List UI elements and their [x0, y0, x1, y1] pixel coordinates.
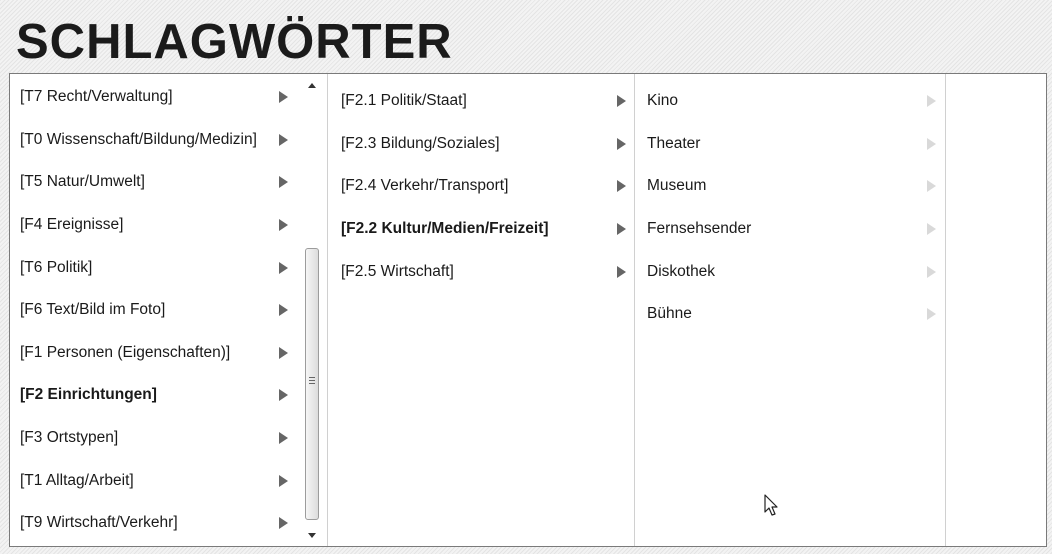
category-item-label: [F2 Einrichtungen]: [20, 386, 157, 404]
scroll-grip-icon: [309, 377, 315, 384]
page-title: SCHLAGWÖRTER: [16, 15, 453, 69]
subcategory-item-label: [F2.1 Politik/Staat]: [341, 92, 467, 110]
category-item-label: [T5 Natur/Umwelt]: [20, 173, 145, 191]
subcategory-item-selected[interactable]: [F2.2 Kultur/Medien/Freizeit]: [332, 208, 627, 251]
subcategory-item-label: [F2.5 Wirtschaft]: [341, 262, 454, 280]
mouse-pointer-icon: [764, 494, 778, 516]
keyword-item[interactable]: Diskothek: [637, 250, 942, 293]
category-item[interactable]: [F6 Text/Bild im Foto]: [10, 289, 304, 332]
scroll-up-arrow-icon[interactable]: [308, 83, 316, 88]
triangle-right-icon: [279, 261, 288, 274]
triangle-right-icon: [617, 95, 626, 108]
keyword-item[interactable]: Bühne: [637, 293, 942, 336]
triangle-right-icon: [617, 137, 626, 150]
triangle-right-icon: [927, 265, 936, 278]
triangle-right-icon: [927, 308, 936, 321]
triangle-right-icon: [279, 133, 288, 146]
triangle-right-icon: [279, 219, 288, 232]
category-item-label: [F3 Ortstypen]: [20, 429, 119, 447]
category-item[interactable]: [F4 Ereignisse]: [10, 204, 304, 247]
keyword-browser-panel: [T7 Recht/Verwaltung] [T0 Wissenschaft/B…: [9, 73, 1047, 547]
category-item-label: [T6 Politik]: [20, 258, 93, 276]
category-item-label: [T9 Wirtschaft/Verkehr]: [20, 514, 178, 532]
triangle-right-icon: [279, 517, 288, 530]
category-column-level-2: [F2.1 Politik/Staat] [F2.3 Bildung/Sozia…: [328, 74, 635, 546]
triangle-right-icon: [927, 137, 936, 150]
subcategory-item-label: [F2.4 Verkehr/Transport]: [341, 177, 509, 195]
triangle-right-icon: [279, 304, 288, 317]
triangle-right-icon: [927, 180, 936, 193]
category-item-label: [T1 Alltag/Arbeit]: [20, 471, 134, 489]
triangle-right-icon: [279, 346, 288, 359]
category-item[interactable]: [T6 Politik]: [10, 246, 304, 289]
triangle-right-icon: [279, 432, 288, 445]
category-item[interactable]: [F1 Personen (Eigenschaften)]: [10, 332, 304, 375]
keyword-item-label: Diskothek: [647, 262, 716, 280]
category-column-level-4: [946, 74, 1046, 546]
triangle-right-icon: [617, 180, 626, 193]
scrollbar-thumb[interactable]: [305, 248, 319, 520]
subcategory-item[interactable]: [F2.1 Politik/Staat]: [332, 80, 627, 123]
triangle-right-icon: [279, 474, 288, 487]
subcategory-item-label: [F2.2 Kultur/Medien/Freizeit]: [341, 220, 549, 238]
keyword-item[interactable]: Kino: [637, 80, 942, 123]
category-list-level-2: [F2.1 Politik/Staat] [F2.3 Bildung/Sozia…: [332, 80, 627, 293]
triangle-right-icon: [279, 176, 288, 189]
keyword-item[interactable]: Theater: [637, 123, 942, 166]
category-column-level-1: [T7 Recht/Verwaltung] [T0 Wissenschaft/B…: [10, 74, 328, 546]
category-item-label: [T7 Recht/Verwaltung]: [20, 88, 173, 106]
triangle-right-icon: [617, 223, 626, 236]
category-list-level-1: [T7 Recht/Verwaltung] [T0 Wissenschaft/B…: [10, 76, 304, 545]
triangle-right-icon: [279, 91, 288, 104]
category-item-label: [F4 Ereignisse]: [20, 216, 124, 234]
category-item[interactable]: [T1 Alltag/Arbeit]: [10, 459, 304, 502]
keyword-item-label: Theater: [647, 134, 701, 152]
category-item-label: [T0 Wissenschaft/Bildung/Medizin]: [20, 130, 257, 148]
keyword-item-label: Museum: [647, 177, 707, 195]
keyword-item[interactable]: Museum: [637, 165, 942, 208]
category-item-label: [F1 Personen (Eigenschaften)]: [20, 343, 231, 361]
category-list-level-3: Kino Theater Museum Fernsehsender Diskot…: [637, 80, 942, 336]
category-item[interactable]: [T9 Wirtschaft/Verkehr]: [10, 502, 304, 545]
scroll-down-arrow-icon[interactable]: [308, 533, 316, 538]
subcategory-item[interactable]: [F2.5 Wirtschaft]: [332, 250, 627, 293]
subcategory-item[interactable]: [F2.4 Verkehr/Transport]: [332, 165, 627, 208]
subcategory-item-label: [F2.3 Bildung/Soziales]: [341, 134, 500, 152]
category-item[interactable]: [F3 Ortstypen]: [10, 417, 304, 460]
triangle-right-icon: [927, 223, 936, 236]
triangle-right-icon: [617, 265, 626, 278]
keyword-item-label: Fernsehsender: [647, 220, 752, 238]
category-item[interactable]: [T0 Wissenschaft/Bildung/Medizin]: [10, 119, 304, 162]
category-item-label: [F6 Text/Bild im Foto]: [20, 301, 166, 319]
triangle-right-icon: [927, 95, 936, 108]
keyword-item-label: Bühne: [647, 305, 692, 323]
category-column-level-3: Kino Theater Museum Fernsehsender Diskot…: [635, 74, 946, 546]
category-item-selected[interactable]: [F2 Einrichtungen]: [10, 374, 304, 417]
subcategory-item[interactable]: [F2.3 Bildung/Soziales]: [332, 123, 627, 166]
category-item[interactable]: [T7 Recht/Verwaltung]: [10, 76, 304, 119]
keyword-item-label: Kino: [647, 92, 679, 110]
triangle-right-icon: [279, 389, 288, 402]
category-item[interactable]: [T5 Natur/Umwelt]: [10, 161, 304, 204]
keyword-item[interactable]: Fernsehsender: [637, 208, 942, 251]
vertical-scrollbar[interactable]: [303, 76, 322, 544]
